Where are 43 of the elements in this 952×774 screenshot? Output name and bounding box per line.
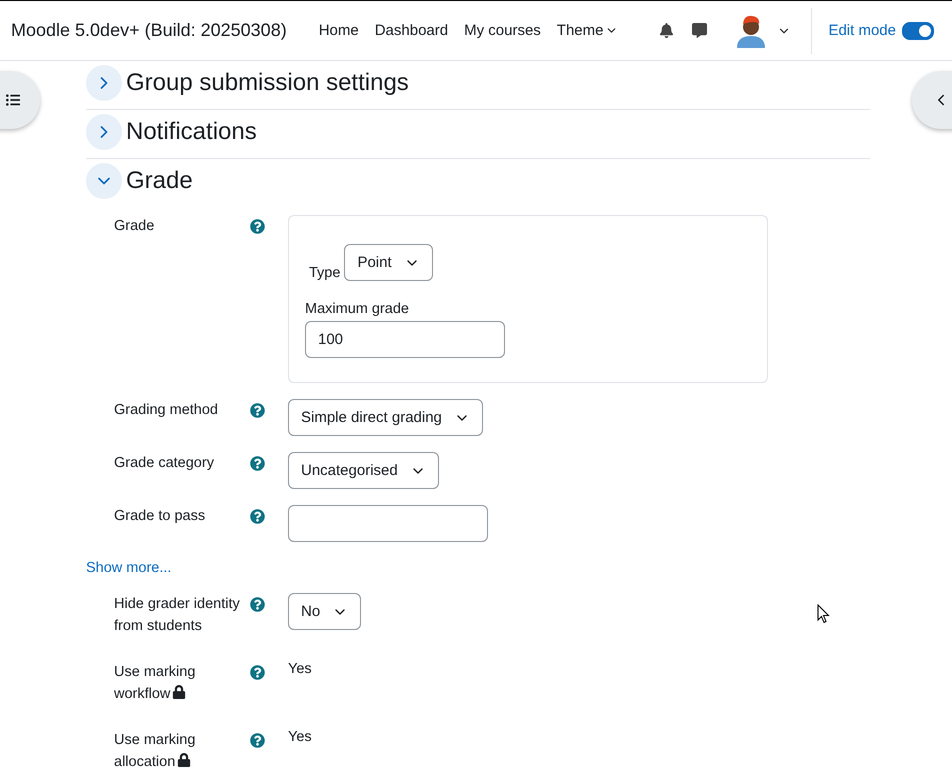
field-label: Hide grader identity from students bbox=[114, 595, 241, 636]
dropdown-select[interactable]: Simple direct grading bbox=[288, 399, 483, 436]
help-icon[interactable] bbox=[250, 219, 265, 234]
messages-icon[interactable] bbox=[692, 23, 708, 38]
section-toggle[interactable] bbox=[86, 114, 122, 150]
dropdown-select[interactable]: Uncategorised bbox=[288, 452, 439, 489]
field-value: Yes bbox=[288, 729, 312, 745]
help-icon[interactable] bbox=[250, 733, 265, 748]
nav-link[interactable]: My courses bbox=[464, 22, 541, 39]
field-value: Yes bbox=[288, 661, 312, 677]
show-more-link[interactable]: Show more... bbox=[86, 560, 172, 576]
type-label: Type bbox=[309, 265, 340, 281]
nav-link[interactable]: Home bbox=[318, 22, 359, 39]
nav-link[interactable]: Dashboard bbox=[374, 22, 448, 39]
edit-mode-label: Edit mode bbox=[828, 22, 896, 39]
notification-bell-icon[interactable] bbox=[659, 23, 674, 38]
section-heading: Grade bbox=[126, 167, 193, 195]
section-heading: Group submission settings bbox=[126, 69, 409, 97]
help-icon[interactable] bbox=[250, 509, 265, 524]
list-icon bbox=[6, 93, 20, 107]
help-icon[interactable] bbox=[250, 597, 265, 612]
section-toggle[interactable] bbox=[86, 65, 122, 101]
dropdown-select[interactable]: No bbox=[288, 593, 362, 630]
maximum-grade-label: Maximum grade bbox=[305, 301, 410, 317]
edit-mode-toggle[interactable] bbox=[902, 22, 934, 40]
type-select[interactable]: Point bbox=[344, 244, 433, 281]
nav-link[interactable]: Theme bbox=[556, 22, 618, 39]
field-label: Use marking workflow bbox=[114, 663, 196, 704]
mouse-cursor-icon bbox=[817, 604, 830, 624]
help-icon[interactable] bbox=[250, 403, 265, 418]
field-label: Grade category bbox=[114, 454, 215, 473]
section-toggle[interactable] bbox=[86, 163, 122, 199]
section-heading: Notifications bbox=[126, 118, 257, 146]
field-label: Grade bbox=[114, 217, 156, 236]
help-icon[interactable] bbox=[250, 665, 265, 680]
field-label: Grading method bbox=[114, 401, 219, 420]
input-field[interactable] bbox=[288, 505, 488, 542]
user-avatar-icon[interactable] bbox=[735, 14, 768, 48]
help-icon[interactable] bbox=[250, 456, 265, 471]
field-label: Grade to pass bbox=[114, 507, 206, 526]
maximum-grade-input[interactable]: 100 bbox=[305, 321, 505, 358]
site-name[interactable]: Moodle 5.0dev+ (Build: 20250308) bbox=[11, 20, 287, 41]
field-label: Use marking allocation bbox=[114, 731, 196, 772]
